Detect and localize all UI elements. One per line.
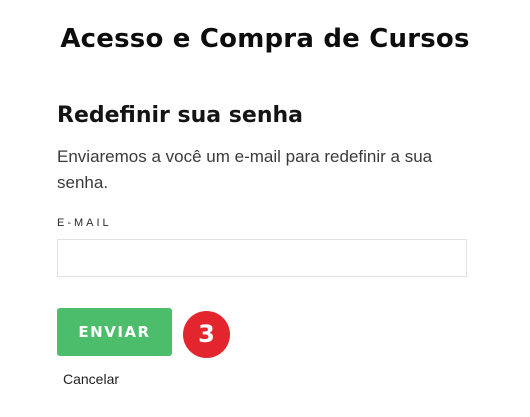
email-field[interactable] — [57, 239, 467, 277]
site-title: Acesso e Compra de Cursos — [60, 24, 470, 54]
step-number-badge: 3 — [183, 311, 230, 358]
reset-password-form: Redefinir sua senha Enviaremos a você um… — [57, 100, 467, 358]
cancel-link[interactable]: Cancelar — [63, 371, 119, 387]
form-heading: Redefinir sua senha — [57, 103, 303, 128]
email-label: E-MAIL — [57, 217, 112, 229]
send-button[interactable]: ENVIAR — [57, 308, 172, 356]
form-description: Enviaremos a você um e-mail para redefin… — [57, 147, 433, 192]
form-actions: ENVIAR 3 — [57, 308, 467, 358]
